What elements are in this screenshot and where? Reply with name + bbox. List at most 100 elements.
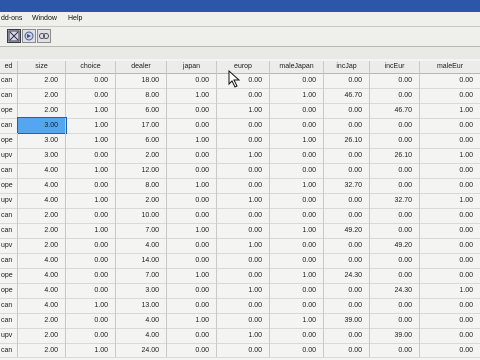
table-cell[interactable]: 1.00 [66,118,116,133]
table-cell[interactable]: 1.00 [270,88,324,103]
table-cell[interactable]: 1.00 [217,103,270,118]
table-cell[interactable]: 39.00 [324,313,370,328]
table-cell[interactable]: 0.00 [270,208,324,223]
table-cell[interactable]: 1.00 [66,163,116,178]
table-cell[interactable]: 26.10 [324,133,370,148]
table-cell[interactable]: 2.00 [18,313,66,328]
table-cell[interactable]: ope [0,178,18,193]
table-cell[interactable]: can [0,313,18,328]
table-cell[interactable]: 0.00 [66,253,116,268]
table-cell[interactable]: 0.00 [217,253,270,268]
selected-table-cell[interactable]: 3.00 [17,117,67,134]
table-cell[interactable]: 0.00 [420,298,480,313]
table-cell[interactable]: 0.00 [420,88,480,103]
table-cell[interactable]: 0.00 [370,178,420,193]
table-cell[interactable]: 0.00 [270,103,324,118]
table-cell[interactable]: 0.00 [324,103,370,118]
table-cell[interactable]: 0.00 [370,268,420,283]
table-cell[interactable]: 0.00 [420,133,480,148]
table-cell[interactable]: 4.00 [18,268,66,283]
menu-help[interactable]: Help [68,15,82,22]
table-cell[interactable]: 24.30 [370,283,420,298]
table-cell[interactable]: 0.00 [66,268,116,283]
table-cell[interactable]: 1.00 [217,283,270,298]
table-cell[interactable]: 1.00 [66,223,116,238]
header-col-5[interactable]: europ [217,61,270,73]
table-cell[interactable]: 0.00 [167,73,217,88]
table-cell[interactable]: 4.00 [116,313,167,328]
table-cell[interactable]: 0.00 [324,328,370,343]
table-cell[interactable]: 1.00 [420,148,480,163]
table-cell[interactable]: 0.00 [167,343,217,357]
table-cell[interactable]: 2.00 [116,148,167,163]
table-cell[interactable]: 0.00 [270,328,324,343]
table-cell[interactable]: 1.00 [167,133,217,148]
table-cell[interactable]: 0.00 [420,328,480,343]
table-cell[interactable]: 0.00 [167,298,217,313]
table-cell[interactable]: 0.00 [420,343,480,357]
table-cell[interactable]: 0.00 [217,208,270,223]
table-cell[interactable]: 0.00 [217,343,270,357]
table-cell[interactable]: 24.00 [116,343,167,357]
table-cell[interactable]: 0.00 [420,118,480,133]
table-cell[interactable]: 0.00 [167,103,217,118]
table-cell[interactable]: 0.00 [66,178,116,193]
table-cell[interactable]: 0.00 [270,238,324,253]
table-cell[interactable]: 18.00 [116,73,167,88]
table-cell[interactable]: 0.00 [66,238,116,253]
table-cell[interactable]: ope [0,103,18,118]
run-icon-button[interactable] [22,29,36,43]
table-cell[interactable]: 1.00 [270,223,324,238]
table-cell[interactable]: can [0,73,18,88]
table-cell[interactable]: 0.00 [217,223,270,238]
table-cell[interactable]: 0.00 [370,133,420,148]
table-cell[interactable]: 1.00 [167,268,217,283]
header-col-1[interactable]: size [18,61,66,73]
table-cell[interactable]: 4.00 [18,193,66,208]
table-cell[interactable]: 0.00 [217,118,270,133]
table-cell[interactable]: 0.00 [217,268,270,283]
table-cell[interactable]: 0.00 [66,283,116,298]
table-cell[interactable]: 3.00 [116,283,167,298]
table-cell[interactable]: can [0,343,18,357]
table-cell[interactable]: can [0,208,18,223]
link-icon-button[interactable] [37,29,51,43]
header-col-8[interactable]: incEur [370,61,420,73]
table-cell[interactable]: 0.00 [420,313,480,328]
table-cell[interactable]: 0.00 [370,163,420,178]
table-cell[interactable]: 0.00 [324,163,370,178]
header-col-4[interactable]: japan [167,61,217,73]
table-cell[interactable]: 0.00 [270,193,324,208]
table-cell[interactable]: 1.00 [167,223,217,238]
table-cell[interactable]: ope [0,133,18,148]
table-cell[interactable]: 0.00 [270,343,324,357]
table-cell[interactable]: 1.00 [270,268,324,283]
table-cell[interactable]: upv [0,148,18,163]
table-cell[interactable]: can [0,118,18,133]
table-cell[interactable]: 13.00 [116,298,167,313]
table-cell[interactable]: 0.00 [270,148,324,163]
table-cell[interactable]: 0.00 [167,193,217,208]
table-cell[interactable]: 2.00 [18,238,66,253]
table-cell[interactable]: 0.00 [370,223,420,238]
table-cell[interactable]: can [0,88,18,103]
table-cell[interactable]: 4.00 [116,328,167,343]
table-cell[interactable]: 3.00 [18,148,66,163]
table-cell[interactable]: 1.00 [66,193,116,208]
table-cell[interactable]: 1.00 [217,193,270,208]
table-cell[interactable]: 0.00 [420,208,480,223]
table-cell[interactable]: 1.00 [420,283,480,298]
table-cell[interactable]: 0.00 [420,253,480,268]
table-cell[interactable]: 0.00 [370,118,420,133]
table-cell[interactable]: 0.00 [420,73,480,88]
table-cell[interactable]: 4.00 [18,283,66,298]
table-cell[interactable]: 0.00 [324,283,370,298]
table-cell[interactable]: 0.00 [167,253,217,268]
table-cell[interactable]: 0.00 [420,238,480,253]
table-cell[interactable]: 0.00 [324,148,370,163]
table-cell[interactable]: 0.00 [167,118,217,133]
table-cell[interactable]: 2.00 [116,193,167,208]
header-col-3[interactable]: dealer [116,61,167,73]
header-col-2[interactable]: choice [66,61,116,73]
table-cell[interactable]: 2.00 [18,223,66,238]
